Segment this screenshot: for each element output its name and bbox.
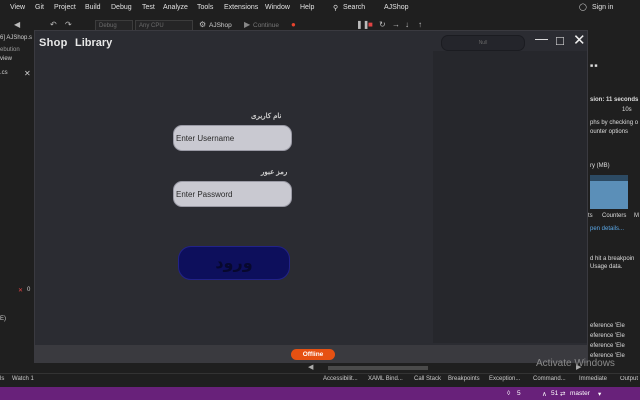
branch-dropdown-icon[interactable]: ▾ [598,390,601,398]
tab-immediate[interactable]: Immediate [579,376,607,382]
reference-line: eference 'Ele [590,323,625,329]
search-icon[interactable]: ⚲ [333,4,338,12]
ide-statusbar: ◊ 5 ∧ 51 ⇄ master ▾ [0,387,640,400]
tab-events[interactable]: ts [588,213,593,219]
password-label: رمز عبور [261,169,288,176]
git-branch[interactable]: master [570,390,590,397]
diag-hint: phs by checking o [590,120,639,126]
step-over-icon[interactable]: → [392,20,400,29]
close-tab-icon[interactable]: ✕ [24,69,31,78]
memory-graph [590,175,628,209]
menu-window[interactable]: Window [265,4,290,11]
app-title-library: Library [75,37,113,49]
document-tab[interactable]: 6] AJShop.s [0,35,32,41]
menu-test[interactable]: Test [142,4,155,11]
login-button[interactable]: ورود [178,246,290,280]
menu-git[interactable]: Git [35,4,44,11]
hot-reload-icon[interactable]: ● [291,20,296,29]
git-branch-icon: ⇄ [560,391,566,398]
menu-extensions[interactable]: Extensions [224,4,258,11]
ide-bottom-tabs: ls Watch 1 Accessibilit... XAML Bind... … [0,373,640,386]
menu-help[interactable]: Help [300,4,314,11]
ide-menubar: View Git Project Build Debug Test Analyz… [0,0,640,17]
menu-analyze[interactable]: Analyze [163,4,188,11]
startup-project[interactable]: AJShop [209,22,232,29]
breakpoint-message: d hit a breakpoin [590,256,635,262]
tab-xaml-binding[interactable]: XAML Bind... [368,376,403,382]
git-commit-icon: ∧ [542,391,547,398]
error-count: 0 [27,287,31,293]
tab-accessibility[interactable]: Accessibilit... [323,376,358,382]
tab-memory[interactable]: M [634,213,639,219]
menu-tools[interactable]: Tools [197,4,213,11]
close-icon[interactable]: ✕ [573,31,586,49]
tab-call-stack[interactable]: Call Stack [414,376,441,382]
diag-icons: ■ ■ [590,63,598,69]
status-badge: Offline [291,349,335,360]
restart-icon[interactable]: ↻ [379,20,386,29]
debug-toolbar-pill[interactable]: Null [441,35,525,51]
usage-message: Usage data. [590,264,623,270]
continue-play-icon[interactable]: ▶ [244,20,250,29]
app-title-shop: Shop [39,37,68,49]
diag-hint: ounter options [590,129,629,135]
menu-project[interactable]: Project [54,4,76,11]
open-details-link[interactable]: pen details... [590,226,624,232]
warnings-count[interactable]: 51 [551,390,558,397]
tab-exception[interactable]: Exception... [489,376,520,382]
app-side-panel [433,51,587,343]
left-pane-item: E) [0,316,6,322]
timeline-label: 10s [622,107,632,113]
app-window: Shop Library Null — □ ✕ نام کاربری رمز ع… [34,30,588,363]
error-circle-icon: ✕ [18,288,24,294]
username-label: نام کاربری [251,113,282,120]
password-input[interactable] [173,181,292,207]
sign-in-link[interactable]: Sign in [592,4,613,11]
menu-build[interactable]: Build [85,4,101,11]
file-tab[interactable]: .cs [0,70,8,76]
account-icon[interactable]: ◯ [579,3,587,11]
maximize-icon[interactable]: □ [556,33,564,48]
tab-counters[interactable]: Counters [602,213,626,219]
username-input[interactable] [173,125,292,151]
search-box[interactable]: Search [343,4,365,11]
tab-command[interactable]: Command... [533,376,566,382]
ide-right-pane: ■ ■ sion: 11 seconds 10s phs by checking… [588,34,640,374]
tab-locals[interactable]: ls [0,376,4,382]
step-into-icon[interactable]: ↓ [405,20,409,29]
redo-icon[interactable]: ↷ [65,20,72,29]
left-pane-line: ebution [0,47,20,53]
menu-debug[interactable]: Debug [111,4,132,11]
continue-button[interactable]: Continue [253,22,279,29]
nav-back-icon[interactable]: ◀ [14,20,20,29]
memory-label: ry (MB) [590,163,610,169]
tab-watch[interactable]: Watch 1 [12,376,34,382]
undo-icon[interactable]: ↶ [50,20,57,29]
solution-name: AJShop [384,4,409,11]
session-duration: sion: 11 seconds [590,97,639,103]
reference-line: eference 'Ele [590,333,625,339]
ide-left-pane: 6] AJShop.s ebution view .cs ✕ ✕ 0 E) [0,34,34,374]
errors-count[interactable]: 5 [517,390,521,397]
app-statusbar: Offline [35,345,587,363]
tab-breakpoints[interactable]: Breakpoints [448,376,480,382]
menu-view[interactable]: View [10,4,25,11]
horizontal-scrollbar[interactable] [328,366,428,370]
reference-line: eference 'Ele [590,343,625,349]
errors-icon: ◊ [507,390,511,397]
step-out-icon[interactable]: ↑ [418,20,422,29]
scroll-left-icon[interactable]: ◀ [308,363,313,371]
stop-icon[interactable]: ■ [368,20,373,29]
startup-gear-icon: ⚙ [199,20,207,29]
minimize-icon[interactable]: — [535,31,548,46]
left-pane-line: view [0,56,13,62]
activate-windows-watermark: Activate Windows [536,358,615,369]
tab-output[interactable]: Output [620,376,640,382]
